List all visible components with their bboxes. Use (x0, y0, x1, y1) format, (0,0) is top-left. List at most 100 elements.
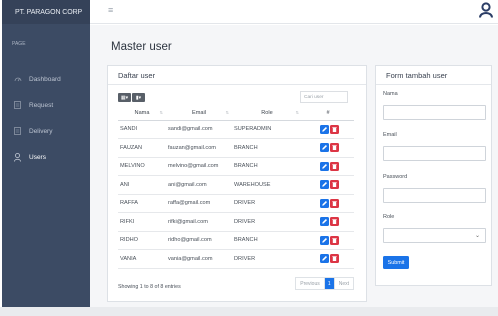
cell-role: BRANCH (232, 157, 302, 176)
table-row: RIFKI rifki@gmail.com DRIVER (118, 212, 354, 232)
nama-label: Nama (383, 91, 398, 97)
table-row: ANI ani@gmail.com WAREHOUSE (118, 175, 354, 195)
table-row: VANIA vania@gmail.com DRIVER (118, 249, 354, 269)
delete-button[interactable] (329, 254, 339, 264)
delete-button[interactable] (329, 217, 339, 227)
cell-role: BRANCH (232, 231, 302, 250)
main-content: Master user Daftar user ▦▾ ▮▾ Cari user … (90, 25, 498, 316)
cell-nama: RIFKI (118, 212, 166, 232)
edit-button[interactable] (319, 143, 329, 153)
add-user-form-card: Form tambah user Nama Email Password Rol… (375, 65, 492, 286)
pencil-icon (321, 163, 327, 169)
cell-email: fauzan@gmail.com (166, 138, 232, 158)
column-header-role[interactable]: Role ⇅ (232, 107, 302, 121)
hamburger-icon[interactable]: ≡ (108, 5, 113, 15)
delete-button[interactable] (329, 180, 339, 190)
brand-title: PT. PARAGON CORP (2, 0, 90, 24)
user-table: Nama ⇅ Email ⇅ Role ⇅ # SANDI sandi@gmail.co… (118, 107, 354, 269)
table-info: Showing 1 to 8 of 8 entries (118, 284, 181, 290)
submit-button[interactable]: Submit (383, 256, 409, 269)
nama-field[interactable] (383, 105, 486, 120)
trash-icon (331, 145, 337, 151)
edit-button[interactable] (319, 124, 329, 134)
role-select[interactable]: ⌄ (383, 228, 486, 243)
row-actions (302, 231, 354, 250)
row-actions (302, 120, 354, 139)
pagination-previous[interactable]: Previous (296, 278, 325, 289)
cell-email: ridho@gmail.com (166, 231, 232, 250)
row-actions (302, 212, 354, 232)
column-visibility-button[interactable]: ▦▾ (118, 93, 131, 102)
pencil-icon (321, 126, 327, 132)
sidebar: PT. PARAGON CORP PAGE Dashboard Request … (2, 0, 90, 309)
cell-nama: VANIA (118, 249, 166, 269)
table-row: MELVINO melvino@gmail.com BRANCH (118, 157, 354, 176)
delete-button[interactable] (329, 235, 339, 245)
chevron-down-icon: ⌄ (474, 233, 480, 239)
cell-email: raffa@gmail.com (166, 194, 232, 213)
column-header-email[interactable]: Email ⇅ (166, 107, 232, 121)
table-row: RAFFA raffa@gmail.com DRIVER (118, 194, 354, 213)
sidebar-item-users[interactable]: Users (2, 144, 90, 170)
password-label: Password (383, 174, 408, 180)
user-icon (13, 152, 22, 162)
table-row: RIDHO ridho@gmail.com BRANCH (118, 231, 354, 250)
page-title: Master user (111, 41, 172, 53)
edit-button[interactable] (319, 235, 329, 245)
export-button[interactable]: ▮▾ (132, 93, 145, 102)
cell-nama: SANDI (118, 120, 166, 139)
search-input[interactable]: Cari user (300, 91, 348, 103)
edit-button[interactable] (319, 198, 329, 208)
pencil-icon (321, 182, 327, 187)
cell-role: DRIVER (232, 194, 302, 213)
sort-icon: ⇅ (225, 110, 229, 115)
cell-role: WAREHOUSE (232, 175, 302, 195)
delete-button[interactable] (329, 198, 339, 208)
cell-role: SUPERADMIN (232, 120, 302, 139)
edit-button[interactable] (319, 161, 329, 171)
trash-icon (331, 182, 337, 188)
user-list-card: Daftar user ▦▾ ▮▾ Cari user Nama ⇅ Email ⇅… (107, 65, 367, 302)
cell-nama: RAFFA (118, 194, 166, 213)
user-circle-icon[interactable] (479, 2, 493, 23)
sidebar-item-delivery[interactable]: Delivery (2, 118, 90, 144)
edit-button[interactable] (319, 254, 329, 264)
email-label: Email (383, 132, 397, 138)
pagination-page-1[interactable]: 1 (324, 278, 335, 289)
document-icon (13, 127, 22, 136)
sidebar-item-request[interactable]: Request (2, 92, 90, 118)
cell-role: BRANCH (232, 138, 302, 158)
sidebar-item-label: Request (29, 101, 54, 109)
cell-nama: MELVINO (118, 157, 166, 176)
trash-icon (331, 256, 337, 262)
cell-nama: RIDHO (118, 231, 166, 250)
delete-button[interactable] (329, 161, 339, 171)
pagination-next[interactable]: Next (335, 278, 353, 289)
delete-button[interactable] (329, 124, 339, 134)
delete-button[interactable] (329, 143, 339, 153)
pencil-icon (321, 219, 327, 224)
trash-icon (331, 237, 337, 243)
cell-role: DRIVER (232, 249, 302, 269)
email-field[interactable] (383, 146, 486, 161)
cell-nama: ANI (118, 175, 166, 195)
user-list-title: Daftar user (108, 66, 366, 85)
password-field[interactable] (383, 188, 486, 203)
dashboard-icon (13, 75, 22, 84)
page-bottom-edge (0, 307, 498, 316)
sort-icon: ⇅ (295, 110, 299, 115)
row-actions (302, 175, 354, 195)
row-actions (302, 138, 354, 158)
edit-button[interactable] (319, 217, 329, 227)
edit-button[interactable] (319, 180, 329, 190)
cell-email: ani@gmail.com (166, 175, 232, 195)
pencil-icon (321, 145, 327, 150)
cell-email: rifki@gmail.com (166, 212, 232, 232)
trash-icon (331, 219, 337, 225)
pencil-icon (321, 256, 327, 261)
sidebar-item-label: Delivery (29, 127, 53, 135)
column-header-nama[interactable]: Nama ⇅ (118, 107, 166, 121)
form-title: Form tambah user (376, 66, 491, 85)
trash-icon (331, 200, 337, 206)
sidebar-item-dashboard[interactable]: Dashboard (2, 66, 90, 92)
